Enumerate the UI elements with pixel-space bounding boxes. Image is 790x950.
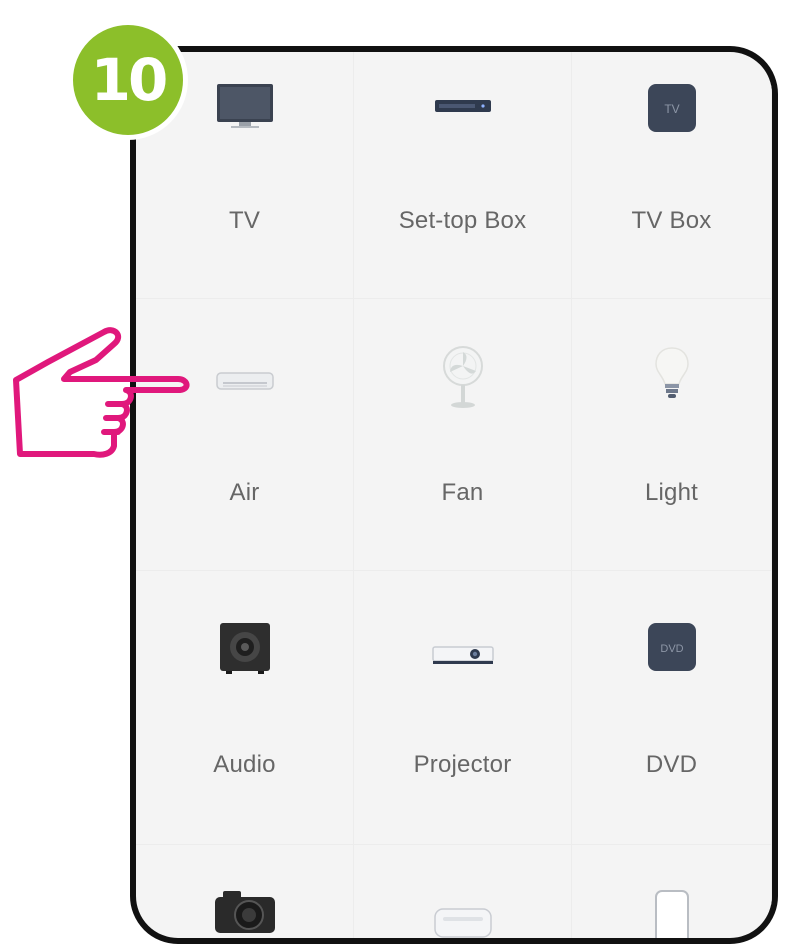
- camera-icon: [214, 891, 275, 933]
- device-tile-dvd[interactable]: DVD DVD: [572, 571, 772, 845]
- light-bulb-icon: [654, 347, 689, 398]
- projector-icon: [431, 646, 494, 664]
- step-number-badge: 10: [68, 20, 188, 140]
- device-tile-audio[interactable]: Audio: [136, 571, 354, 845]
- fan-icon: [442, 346, 483, 408]
- device-label-audio: Audio: [213, 751, 276, 778]
- device-label-fan: Fan: [441, 479, 484, 506]
- air-conditioner-icon: [215, 372, 274, 390]
- device-tile-air-purifier[interactable]: [354, 845, 572, 938]
- device-tile-camera[interactable]: [136, 845, 354, 938]
- phone-screen: TV Set-top Box TV TV Box Air Fan Light A…: [130, 46, 778, 944]
- device-label-light: Light: [644, 479, 699, 506]
- svg-text:TV: TV: [664, 102, 679, 116]
- device-label-tv: TV: [228, 207, 261, 234]
- speaker-icon: [219, 623, 270, 674]
- device-tile-light[interactable]: Light: [572, 299, 772, 571]
- set-top-box-icon: [434, 100, 491, 112]
- water-heater-icon: [654, 890, 689, 938]
- device-label-projector: Projector: [413, 751, 512, 778]
- svg-text:DVD: DVD: [660, 643, 683, 655]
- device-label-air: Air: [229, 479, 260, 506]
- tv-box-icon: TV: [647, 84, 696, 132]
- pointing-hand-icon: [13, 327, 190, 458]
- device-type-grid: TV Set-top Box TV TV Box Air Fan Light A…: [136, 52, 772, 938]
- device-label-tv-box: TV Box: [631, 207, 712, 234]
- tv-icon: [216, 84, 273, 128]
- tutorial-step-screenshot: TV Set-top Box TV TV Box Air Fan Light A…: [0, 0, 790, 950]
- device-label-set-top-box: Set-top Box: [398, 207, 527, 234]
- device-tile-projector[interactable]: Projector: [354, 571, 572, 845]
- device-tile-water-heater[interactable]: [572, 845, 772, 938]
- device-label-dvd: DVD: [645, 751, 698, 778]
- air-purifier-icon: [433, 908, 492, 938]
- dvd-icon: DVD: [647, 623, 696, 671]
- device-tile-fan[interactable]: Fan: [354, 299, 572, 571]
- device-tile-set-top-box[interactable]: Set-top Box: [354, 52, 572, 299]
- device-tile-tv-box[interactable]: TV TV Box: [572, 52, 772, 299]
